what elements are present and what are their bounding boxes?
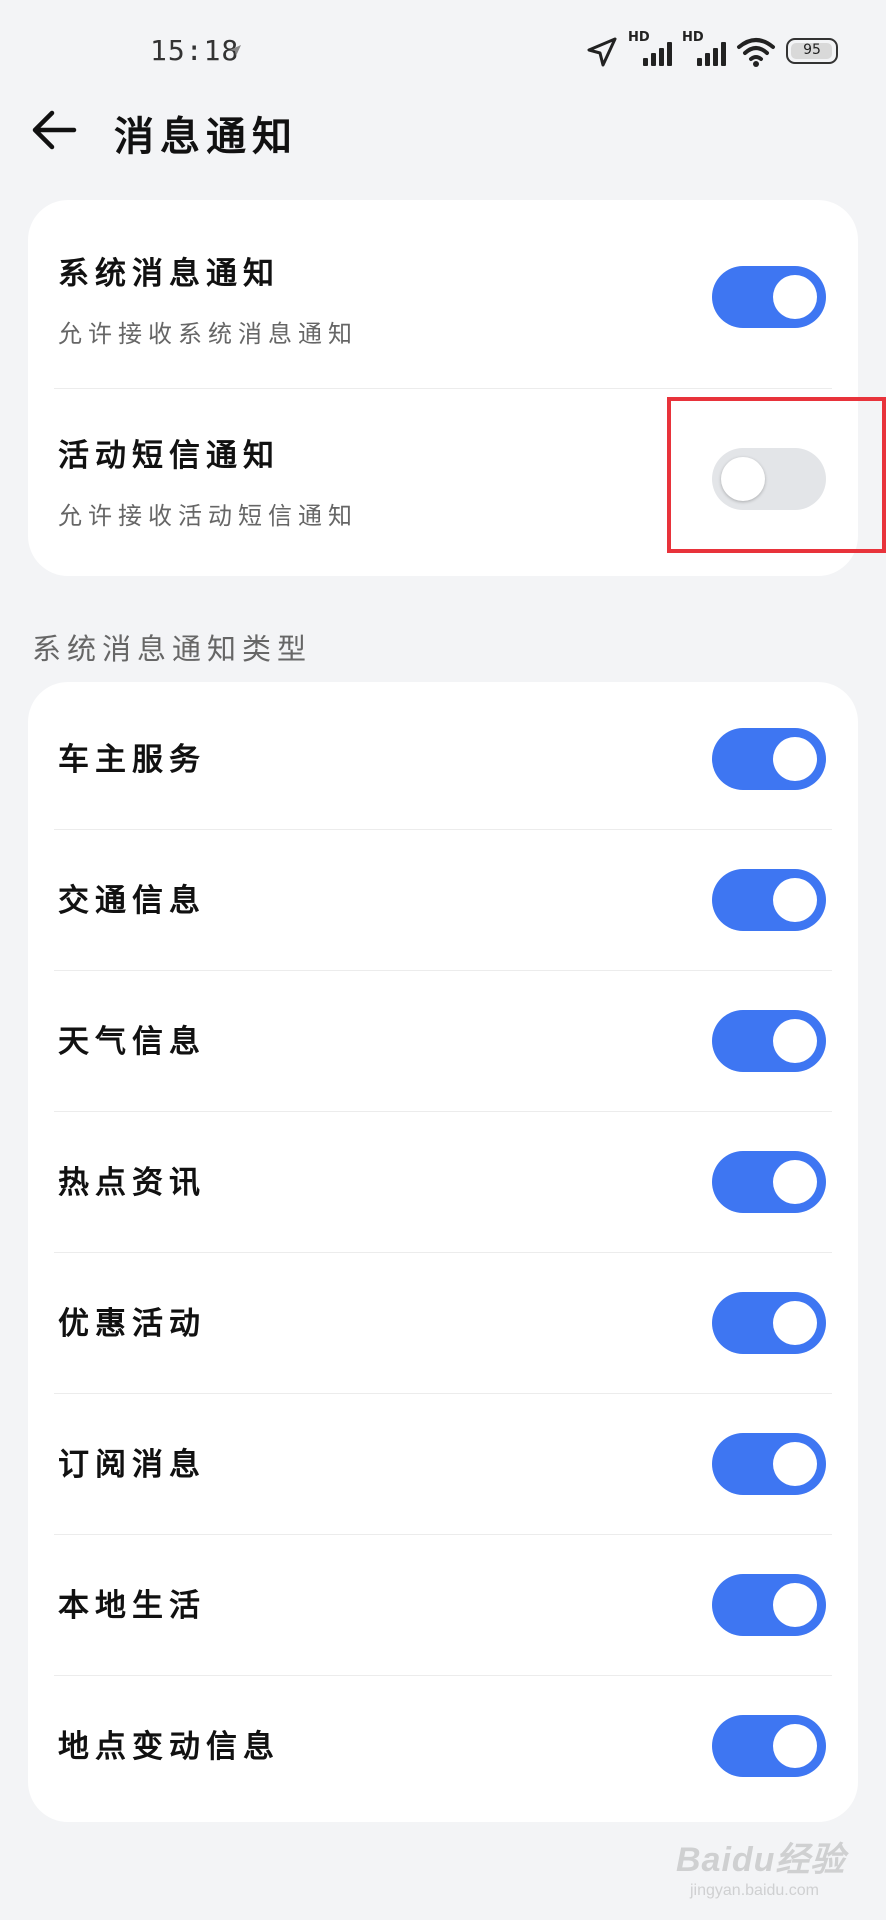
type-label: 车主服务 xyxy=(58,742,206,778)
toggle-knob xyxy=(773,1442,817,1486)
toggle-knob xyxy=(773,1724,817,1768)
row-subtitle: 允许接收系统消息通知 xyxy=(58,320,358,348)
type-toggle[interactable] xyxy=(712,869,826,931)
back-arrow-icon xyxy=(32,110,77,150)
type-toggle[interactable] xyxy=(712,728,826,790)
toggle-knob xyxy=(773,1301,817,1345)
location-arrow-icon xyxy=(587,37,617,67)
type-label: 优惠活动 xyxy=(58,1306,206,1342)
toggle-knob xyxy=(721,457,765,501)
watermark-brand: Baidu经验 xyxy=(676,1841,846,1879)
type-row: 订阅消息 xyxy=(28,1393,858,1534)
type-label: 地点变动信息 xyxy=(58,1729,280,1765)
type-row: 优惠活动 xyxy=(28,1252,858,1393)
toggle-knob xyxy=(773,275,817,319)
type-toggle[interactable] xyxy=(712,1292,826,1354)
type-label: 交通信息 xyxy=(58,883,206,919)
activity-sms-row: 活动短信通知 允许接收活动短信通知 xyxy=(28,388,858,576)
activity-sms-toggle[interactable] xyxy=(712,448,826,510)
signal-icon: HD xyxy=(628,30,672,68)
location-small-icon xyxy=(230,45,241,56)
page-title: 消息通知 xyxy=(114,114,298,160)
toggle-knob xyxy=(773,1583,817,1627)
toggle-knob xyxy=(773,1019,817,1063)
row-title: 活动短信通知 xyxy=(58,438,280,474)
status-bar: 15:18 HD HD 95 xyxy=(0,0,886,104)
status-icons: HD HD 95 xyxy=(586,30,838,68)
notification-types-card: 车主服务 交通信息 天气信息 热点资讯 优惠活动 订阅消息 本地生活 地点变动信… xyxy=(28,682,858,1822)
type-row: 本地生活 xyxy=(28,1534,858,1675)
toggle-knob xyxy=(773,737,817,781)
toggle-knob xyxy=(773,878,817,922)
section-label: 系统消息通知类型 xyxy=(32,632,313,666)
toggle-knob xyxy=(773,1160,817,1204)
wifi-icon xyxy=(737,38,775,67)
type-label: 订阅消息 xyxy=(58,1447,206,1483)
signal-icon: HD xyxy=(682,30,726,68)
type-toggle[interactable] xyxy=(712,1151,826,1213)
type-row: 热点资讯 xyxy=(28,1111,858,1252)
back-button[interactable] xyxy=(26,102,82,158)
notification-settings-card: 系统消息通知 允许接收系统消息通知 活动短信通知 允许接收活动短信通知 xyxy=(28,200,858,576)
header: 消息通知 xyxy=(0,100,886,180)
type-label: 热点资讯 xyxy=(58,1165,206,1201)
watermark-url: jingyan.baidu.com xyxy=(690,1882,819,1899)
type-row: 交通信息 xyxy=(28,829,858,970)
type-row: 天气信息 xyxy=(28,970,858,1111)
row-subtitle: 允许接收活动短信通知 xyxy=(58,502,358,530)
type-toggle[interactable] xyxy=(712,1715,826,1777)
system-notification-row: 系统消息通知 允许接收系统消息通知 xyxy=(28,200,858,388)
type-toggle[interactable] xyxy=(712,1433,826,1495)
battery-level: 95 xyxy=(803,42,821,58)
type-toggle[interactable] xyxy=(712,1574,826,1636)
type-label: 本地生活 xyxy=(58,1588,206,1624)
status-time: 15:18 xyxy=(150,34,240,67)
battery-icon: 95 xyxy=(786,38,838,64)
type-row: 车主服务 xyxy=(28,682,858,823)
type-label: 天气信息 xyxy=(58,1024,206,1060)
type-row: 地点变动信息 xyxy=(28,1675,858,1822)
type-toggle[interactable] xyxy=(712,1010,826,1072)
system-notification-toggle[interactable] xyxy=(712,266,826,328)
row-title: 系统消息通知 xyxy=(58,256,280,292)
